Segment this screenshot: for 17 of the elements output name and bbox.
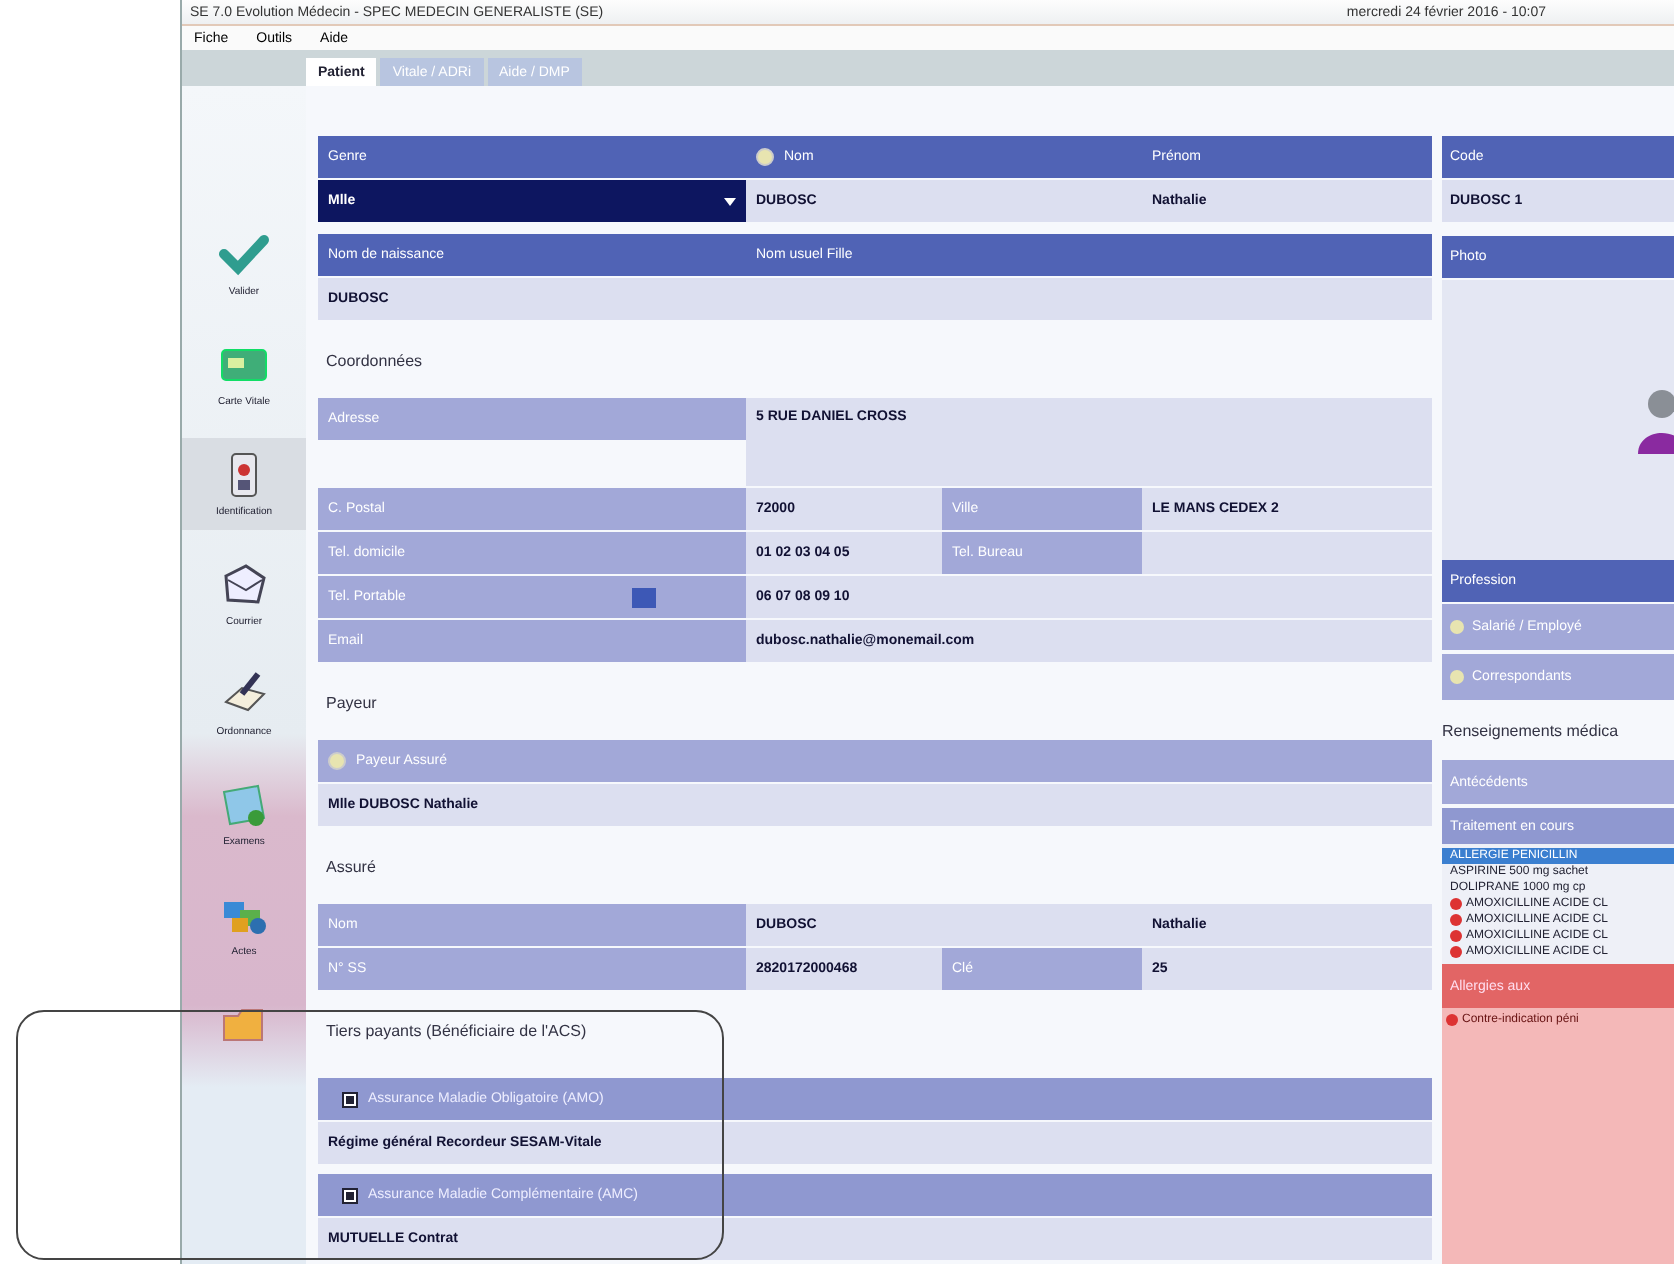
map-icon [218, 780, 270, 828]
radio-icon [756, 148, 774, 166]
envelope-icon [218, 560, 270, 608]
input-field[interactable] [746, 278, 1432, 320]
section-title: Tiers payants (Bénéficiaire de l'ACS) [324, 1019, 589, 1044]
section-title: Renseignements médica [1442, 719, 1621, 744]
checkbox[interactable] [342, 1091, 358, 1107]
caret-icon [724, 195, 736, 207]
input-field[interactable] [1142, 532, 1432, 574]
checkbox[interactable] [342, 1187, 358, 1203]
check-icon [218, 230, 270, 278]
section-title: Coordonnées [324, 349, 425, 373]
section-title: Assuré [324, 855, 378, 879]
warning-icon [1446, 1014, 1458, 1026]
sms-button[interactable] [632, 587, 656, 607]
radio-icon[interactable] [328, 752, 346, 770]
section-title: Payeur [324, 691, 379, 716]
